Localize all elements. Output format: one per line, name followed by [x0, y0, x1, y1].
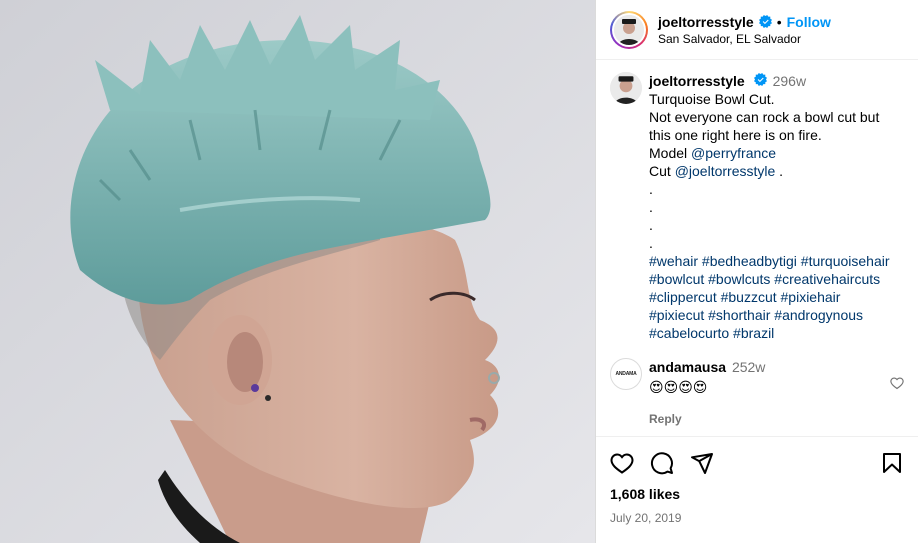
- caption-author-avatar[interactable]: [610, 72, 642, 104]
- action-bar: [610, 449, 904, 477]
- post-footer: 1,608 likes July 20, 2019: [596, 436, 918, 543]
- hashtag-line[interactable]: #bowlcut #bowlcuts #creativehaircuts: [649, 270, 890, 288]
- comment-time[interactable]: 252w: [732, 359, 765, 375]
- caption-time[interactable]: 296w: [773, 73, 806, 89]
- author-avatar-ring[interactable]: [610, 10, 648, 49]
- post-location[interactable]: San Salvador, EL Salvador: [658, 32, 831, 46]
- cut-label: Cut: [649, 163, 671, 179]
- comments-section: joeltorresstyle 296w Turquoise Bowl Cut.…: [596, 60, 918, 436]
- comment-like-heart-icon[interactable]: [890, 376, 904, 390]
- commenter-username[interactable]: andamausa: [649, 359, 726, 375]
- bookmark-icon[interactable]: [880, 451, 904, 475]
- caption-line: Turquoise Bowl Cut.: [649, 91, 775, 107]
- post-side-panel: joeltorresstyle • Follow San Salvador, E…: [595, 0, 918, 543]
- post-photo[interactable]: [0, 0, 595, 543]
- caption-model-line: Model @perryfrance: [649, 144, 890, 162]
- caption-cut-line: Cut @joeltorresstyle .: [649, 162, 890, 180]
- heart-icon[interactable]: [610, 451, 634, 475]
- hashtag-line[interactable]: #pixiecut #shorthair #androgynous: [649, 306, 890, 324]
- cut-suffix: .: [779, 163, 784, 179]
- caption-dot: .: [649, 235, 653, 251]
- separator-dot: •: [776, 13, 782, 30]
- verified-badge-icon: [753, 73, 767, 86]
- reply-button[interactable]: Reply: [649, 410, 765, 428]
- portrait-image: [0, 0, 595, 543]
- caption-line: this one right here is on fire.: [649, 127, 822, 143]
- cut-mention-link[interactable]: @joeltorresstyle: [675, 163, 776, 179]
- model-label: Model: [649, 145, 688, 161]
- caption-dot: .: [649, 199, 653, 215]
- paper-plane-icon[interactable]: [690, 451, 714, 475]
- post-date[interactable]: July 20, 2019: [610, 511, 904, 525]
- caption-username[interactable]: joeltorresstyle: [649, 73, 745, 89]
- comment-item: ANDAMA andamausa 252w 😍😍😍😍 Reply: [610, 358, 904, 428]
- commenter-avatar[interactable]: ANDAMA: [610, 358, 642, 390]
- likes-count[interactable]: 1,608 likes: [610, 486, 904, 502]
- post-caption: joeltorresstyle 296w Turquoise Bowl Cut.…: [610, 72, 904, 342]
- comment-text: 😍😍😍😍: [649, 379, 708, 395]
- caption-line: Not everyone can rock a bowl cut but: [649, 109, 880, 125]
- hashtag-line[interactable]: #cabelocurto #brazil: [649, 324, 890, 342]
- hashtag-line[interactable]: #wehair #bedheadbytigi #turquoisehair: [649, 252, 890, 270]
- verified-badge-icon: [758, 15, 772, 28]
- hashtag-line[interactable]: #clippercut #buzzcut #pixiehair: [649, 288, 890, 306]
- post-header: joeltorresstyle • Follow San Salvador, E…: [596, 0, 918, 60]
- follow-button[interactable]: Follow: [787, 14, 831, 30]
- caption-dot: .: [649, 217, 653, 233]
- caption-dot: .: [649, 181, 653, 197]
- author-avatar[interactable]: [614, 14, 644, 45]
- instagram-post: joeltorresstyle • Follow San Salvador, E…: [0, 0, 918, 543]
- comment-bubble-icon[interactable]: [650, 451, 674, 475]
- model-mention-link[interactable]: @perryfrance: [691, 145, 776, 161]
- author-username[interactable]: joeltorresstyle: [658, 14, 754, 30]
